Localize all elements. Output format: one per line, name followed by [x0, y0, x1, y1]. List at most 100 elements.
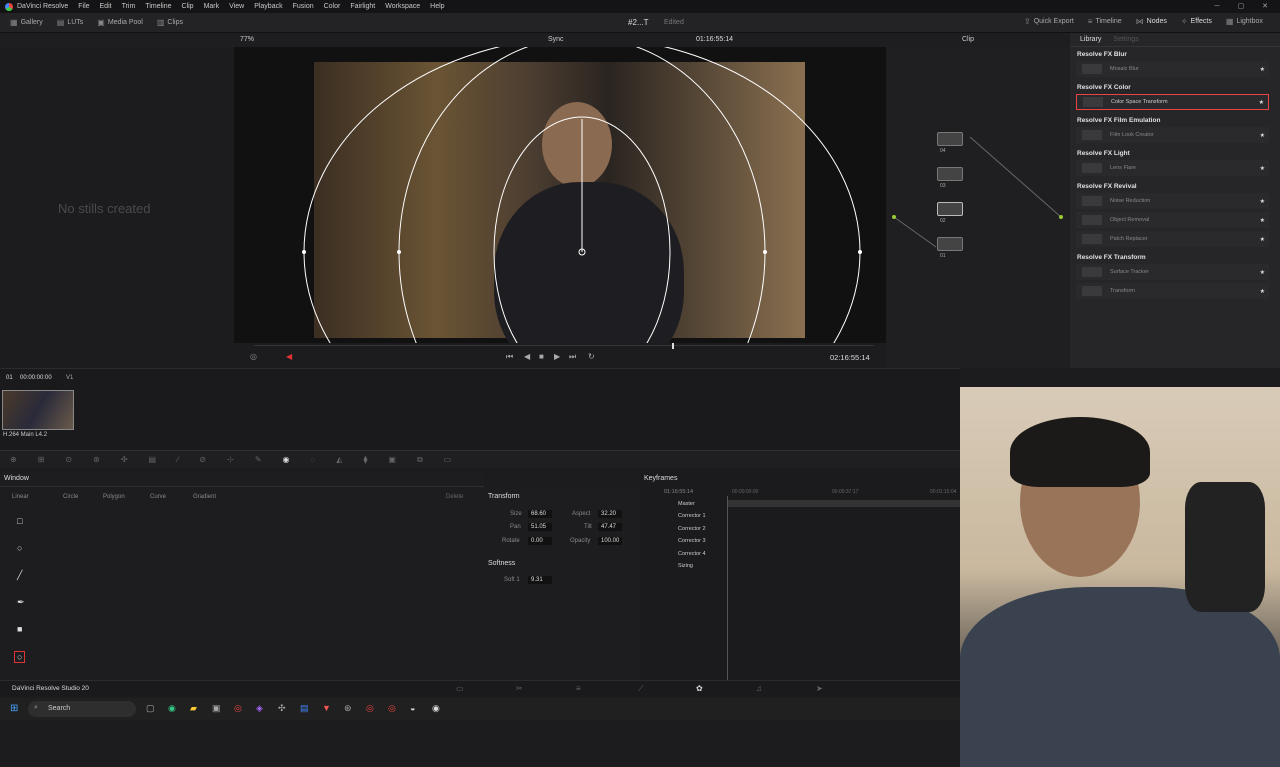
palette-icon[interactable]: ▤ [149, 455, 157, 464]
store-icon[interactable]: ▣ [212, 703, 221, 714]
active-circle-window-icon[interactable]: ○ [14, 651, 26, 663]
kf-row-master[interactable]: Master [678, 501, 695, 507]
category-film-emulation[interactable]: Resolve FX Film Emulation [1077, 113, 1280, 127]
favorite-star-icon[interactable]: ★ [1260, 132, 1265, 139]
palette-icon[interactable]: ∕ [177, 455, 178, 464]
luts-button[interactable]: ▤ LUTs [57, 18, 84, 27]
app-icon[interactable]: ✣ [278, 703, 286, 714]
palette-icon[interactable]: ⊹ [227, 455, 234, 464]
scrubber-track[interactable] [254, 345, 874, 346]
fx-object-removal[interactable]: Object Removal ★ [1076, 212, 1269, 228]
loop-icon[interactable]: ↻ [588, 352, 595, 361]
fx-lens-flare[interactable]: Lens Flare ★ [1076, 160, 1269, 176]
page-color-icon[interactable]: ✿ [696, 684, 703, 693]
fx-color-space-transform[interactable]: Color Space Transform ★ [1076, 94, 1269, 110]
kf-row-corrector-4[interactable]: Corrector 4 [678, 551, 706, 557]
app-icon[interactable]: ⊛ [344, 703, 352, 714]
palette-icon[interactable]: ⊙ [65, 455, 72, 464]
node-editor[interactable]: 04 03 02 01 [886, 47, 1070, 368]
fx-transform[interactable]: Transform ★ [1076, 283, 1269, 299]
menu-fairlight[interactable]: Fairlight [350, 3, 375, 10]
menu-color[interactable]: Color [324, 3, 341, 10]
tab-library[interactable]: Library [1080, 36, 1101, 43]
playhead[interactable] [672, 343, 674, 349]
pen-window-icon[interactable]: ✒ [17, 597, 25, 608]
page-media-icon[interactable]: ▭ [456, 684, 464, 693]
favorite-star-icon[interactable]: ★ [1260, 66, 1265, 73]
obs-icon[interactable]: ◉ [432, 703, 440, 714]
menu-clip[interactable]: Clip [182, 3, 194, 10]
menu-help[interactable]: Help [430, 3, 444, 10]
category-color[interactable]: Resolve FX Color [1077, 80, 1280, 94]
effects-button[interactable]: ✧ Effects [1181, 17, 1212, 26]
app-icon[interactable]: ▤ [300, 703, 309, 714]
clip-thumbnail[interactable] [2, 390, 74, 430]
window-tool-icon[interactable]: ◉ [283, 455, 290, 464]
clip-dropdown[interactable]: Clip [962, 36, 974, 43]
shape-gradient[interactable]: Gradient [193, 494, 216, 500]
palette-icon[interactable]: ⧉ [417, 455, 423, 465]
favorite-star-icon[interactable]: ★ [1260, 217, 1265, 224]
category-light[interactable]: Resolve FX Light [1077, 146, 1280, 160]
favorite-star-icon[interactable]: ★ [1260, 165, 1265, 172]
favorite-star-icon[interactable]: ★ [1260, 269, 1265, 276]
favorite-star-icon[interactable]: ★ [1259, 99, 1264, 106]
kf-row-corrector-2[interactable]: Corrector 2 [678, 526, 706, 532]
fx-noise-reduction[interactable]: Noise Reduction ★ [1076, 193, 1269, 209]
power-window-overlay[interactable] [234, 47, 886, 343]
resolve-taskbar-icon[interactable]: ◒ [410, 703, 415, 713]
quick-export-button[interactable]: ⇪ Quick Export [1024, 17, 1074, 26]
page-fairlight-icon[interactable]: ♫ [756, 684, 762, 693]
palette-icon[interactable]: ⊘ [199, 455, 206, 464]
page-deliver-icon[interactable]: ➤ [816, 684, 823, 693]
audio-mute-icon[interactable]: ◀ [286, 352, 292, 361]
tilt-value[interactable]: 47.47 [598, 523, 622, 531]
edge-icon[interactable]: ◉ [168, 703, 176, 714]
palette-icon[interactable]: ✣ [121, 455, 128, 464]
pan-value[interactable]: 51.05 [528, 523, 552, 531]
palette-icon[interactable]: ◌ [311, 455, 316, 464]
page-cut-icon[interactable]: ✂ [516, 684, 523, 693]
menu-fusion[interactable]: Fusion [293, 3, 314, 10]
size-value[interactable]: 68.60 [528, 510, 552, 518]
stop-icon[interactable]: ■ [539, 352, 544, 361]
lightbox-button[interactable]: ▦ Lightbox [1226, 17, 1263, 26]
category-transform[interactable]: Resolve FX Transform [1077, 250, 1280, 264]
timeline-button[interactable]: ≡ Timeline [1088, 17, 1122, 26]
aspect-value[interactable]: 32.20 [598, 510, 622, 518]
menu-workspace[interactable]: Workspace [385, 3, 420, 10]
chrome-icon[interactable]: ◎ [366, 703, 374, 714]
gradient-window-icon[interactable]: ■ [17, 624, 22, 634]
opacity-value[interactable]: 100.00 [598, 537, 622, 545]
tab-settings[interactable]: Settings [1113, 36, 1138, 43]
fx-mosaic-blur[interactable]: Mosaic Blur ★ [1076, 61, 1269, 77]
favorite-star-icon[interactable]: ★ [1260, 236, 1265, 243]
reverse-play-icon[interactable]: ◀ [524, 352, 530, 361]
taskbar-search[interactable]: ⌕ Search [28, 701, 136, 717]
window-controls[interactable]: ─ ▢ ✕ [1215, 2, 1276, 10]
delete-button[interactable]: Delete [446, 494, 463, 500]
shape-circle[interactable]: Circle [63, 494, 78, 500]
chrome-icon[interactable]: ◎ [234, 703, 242, 714]
shape-linear[interactable]: Linear [12, 494, 29, 500]
chrome-icon[interactable]: ◎ [388, 703, 396, 714]
menu-timeline[interactable]: Timeline [145, 3, 171, 10]
category-blur[interactable]: Resolve FX Blur [1077, 47, 1280, 61]
fx-surface-tracker[interactable]: Surface Tracker ★ [1076, 264, 1269, 280]
page-fusion-icon[interactable]: ⟋ [638, 684, 644, 694]
brave-icon[interactable]: ▼ [322, 703, 331, 713]
nodes-button[interactable]: ⋈ Nodes [1136, 17, 1167, 26]
fx-film-look-creator[interactable]: Film Look Creator ★ [1076, 127, 1269, 143]
palette-icon[interactable]: ⧫ [363, 455, 367, 464]
kf-row-corrector-3[interactable]: Corrector 3 [678, 538, 706, 544]
shape-polygon[interactable]: Polygon [103, 494, 125, 500]
shape-curve[interactable]: Curve [150, 494, 166, 500]
circle-window-icon[interactable]: ○ [17, 543, 22, 553]
media-pool-button[interactable]: ▣ Media Pool [97, 18, 143, 27]
palette-icon[interactable]: ⊞ [38, 455, 45, 464]
task-view-icon[interactable]: ▢ [146, 703, 155, 714]
viewer-options-icon[interactable]: ◎ [250, 352, 257, 361]
sync-dropdown[interactable]: Sync [548, 36, 564, 43]
play-icon[interactable]: ▶ [554, 352, 560, 361]
gallery-button[interactable]: ▦ Gallery [10, 18, 43, 27]
